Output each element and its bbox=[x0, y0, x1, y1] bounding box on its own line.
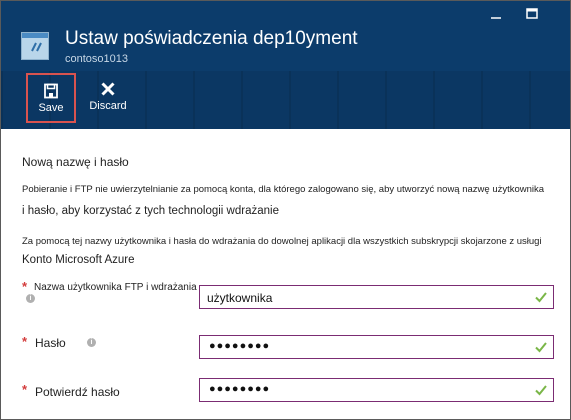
web-app-icon bbox=[21, 32, 49, 60]
credentials-blade: Ustaw poświadczenia dep10yment contoso10… bbox=[0, 0, 571, 420]
username-value: użytkownika bbox=[207, 291, 273, 305]
save-button[interactable]: Save bbox=[26, 73, 76, 123]
section-title: Nową nazwę i hasło bbox=[22, 155, 129, 169]
required-marker: * bbox=[22, 334, 28, 349]
blade-subtitle: contoso1013 bbox=[65, 53, 128, 65]
confirm-password-field[interactable]: ●●●●●●●● bbox=[199, 378, 554, 402]
maximize-icon[interactable] bbox=[524, 7, 540, 21]
required-marker: * bbox=[22, 382, 28, 397]
check-icon bbox=[535, 292, 547, 303]
password-value: ●●●●●●●● bbox=[209, 340, 271, 352]
save-label: Save bbox=[38, 102, 64, 114]
check-icon bbox=[535, 385, 547, 396]
password-label: Hasło bbox=[35, 336, 66, 350]
description-line: Pobieranie i FTP nie uwierzytelnianie za… bbox=[22, 184, 545, 195]
required-marker: * bbox=[22, 279, 28, 294]
description-line: Konto Microsoft Azure bbox=[22, 254, 135, 266]
blade-content: Nową nazwę i hasło Pobieranie i FTP nie … bbox=[1, 129, 570, 419]
username-field[interactable]: użytkownika bbox=[199, 285, 554, 309]
password-field[interactable]: ●●●●●●●● bbox=[199, 335, 554, 359]
save-icon bbox=[43, 83, 59, 99]
close-icon bbox=[100, 81, 116, 97]
info-icon[interactable]: i bbox=[26, 294, 35, 303]
minimize-icon[interactable] bbox=[488, 7, 504, 21]
discard-label: Discard bbox=[89, 100, 127, 112]
blade-title: Ustaw poświadczenia dep10yment bbox=[65, 28, 358, 49]
confirm-password-value: ●●●●●●●● bbox=[209, 383, 271, 395]
info-icon[interactable]: i bbox=[87, 338, 96, 347]
discard-button[interactable]: Discard bbox=[83, 73, 133, 123]
check-icon bbox=[535, 342, 547, 353]
description-line: Za pomocą tej nazwy użytkownika i hasła … bbox=[22, 236, 542, 247]
confirm-password-label: Potwierdź hasło bbox=[35, 385, 120, 399]
description-line: i hasło, aby korzystać z tych technologi… bbox=[22, 205, 279, 217]
blade-header: Ustaw poświadczenia dep10yment contoso10… bbox=[1, 1, 570, 129]
username-label: Nazwa użytkownika FTP i wdrażania bbox=[34, 282, 197, 293]
